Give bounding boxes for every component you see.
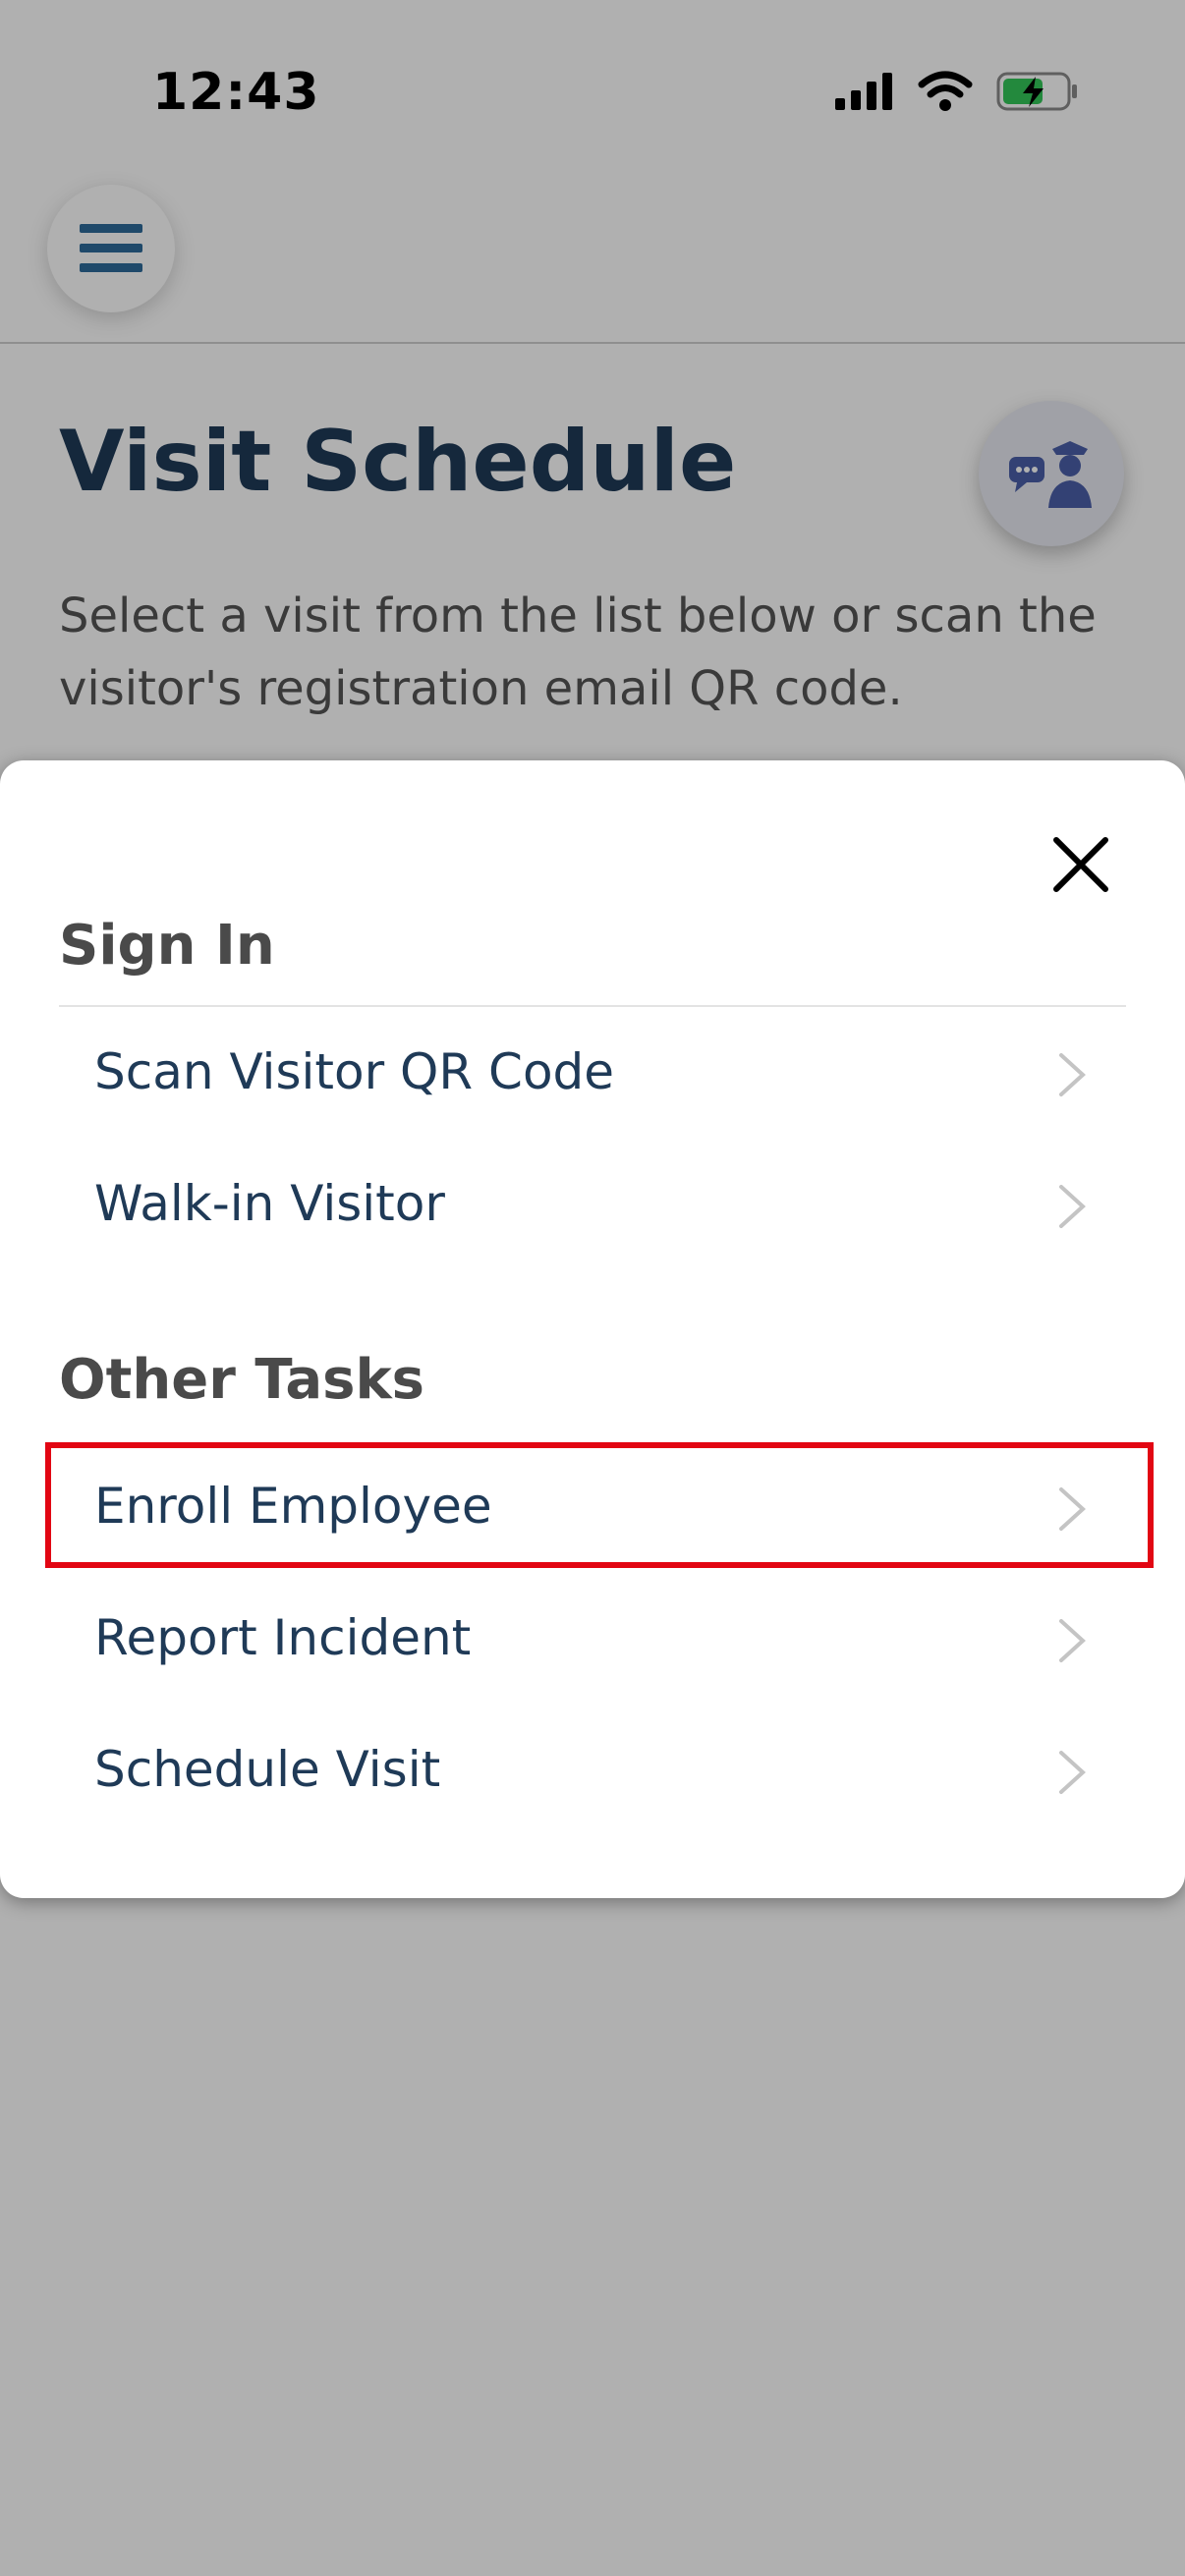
chevron-right-icon <box>1059 1751 1086 1794</box>
highlight-box <box>45 1442 1154 1568</box>
menu-item-label: Schedule Visit <box>94 1741 441 1798</box>
menu-item-scan-visitor-qr-code[interactable]: Scan Visitor QR Code <box>59 1016 1126 1134</box>
menu-item-walk-in-visitor[interactable]: Walk-in Visitor <box>59 1148 1126 1265</box>
menu-item-schedule-visit[interactable]: Schedule Visit <box>59 1713 1126 1831</box>
chevron-right-icon <box>1059 1053 1086 1096</box>
close-icon <box>1053 837 1108 892</box>
section-divider <box>59 1005 1126 1007</box>
menu-item-label: Walk-in Visitor <box>94 1175 445 1232</box>
menu-item-label: Report Incident <box>94 1609 472 1666</box>
close-button[interactable] <box>1044 827 1118 902</box>
section-title-other-tasks: Other Tasks <box>59 1348 425 1412</box>
menu-item-label: Scan Visitor QR Code <box>94 1043 615 1100</box>
section-title-sign-in: Sign In <box>59 914 275 978</box>
chevron-right-icon <box>1059 1185 1086 1228</box>
chevron-right-icon <box>1059 1619 1086 1662</box>
menu-item-report-incident[interactable]: Report Incident <box>59 1582 1126 1700</box>
